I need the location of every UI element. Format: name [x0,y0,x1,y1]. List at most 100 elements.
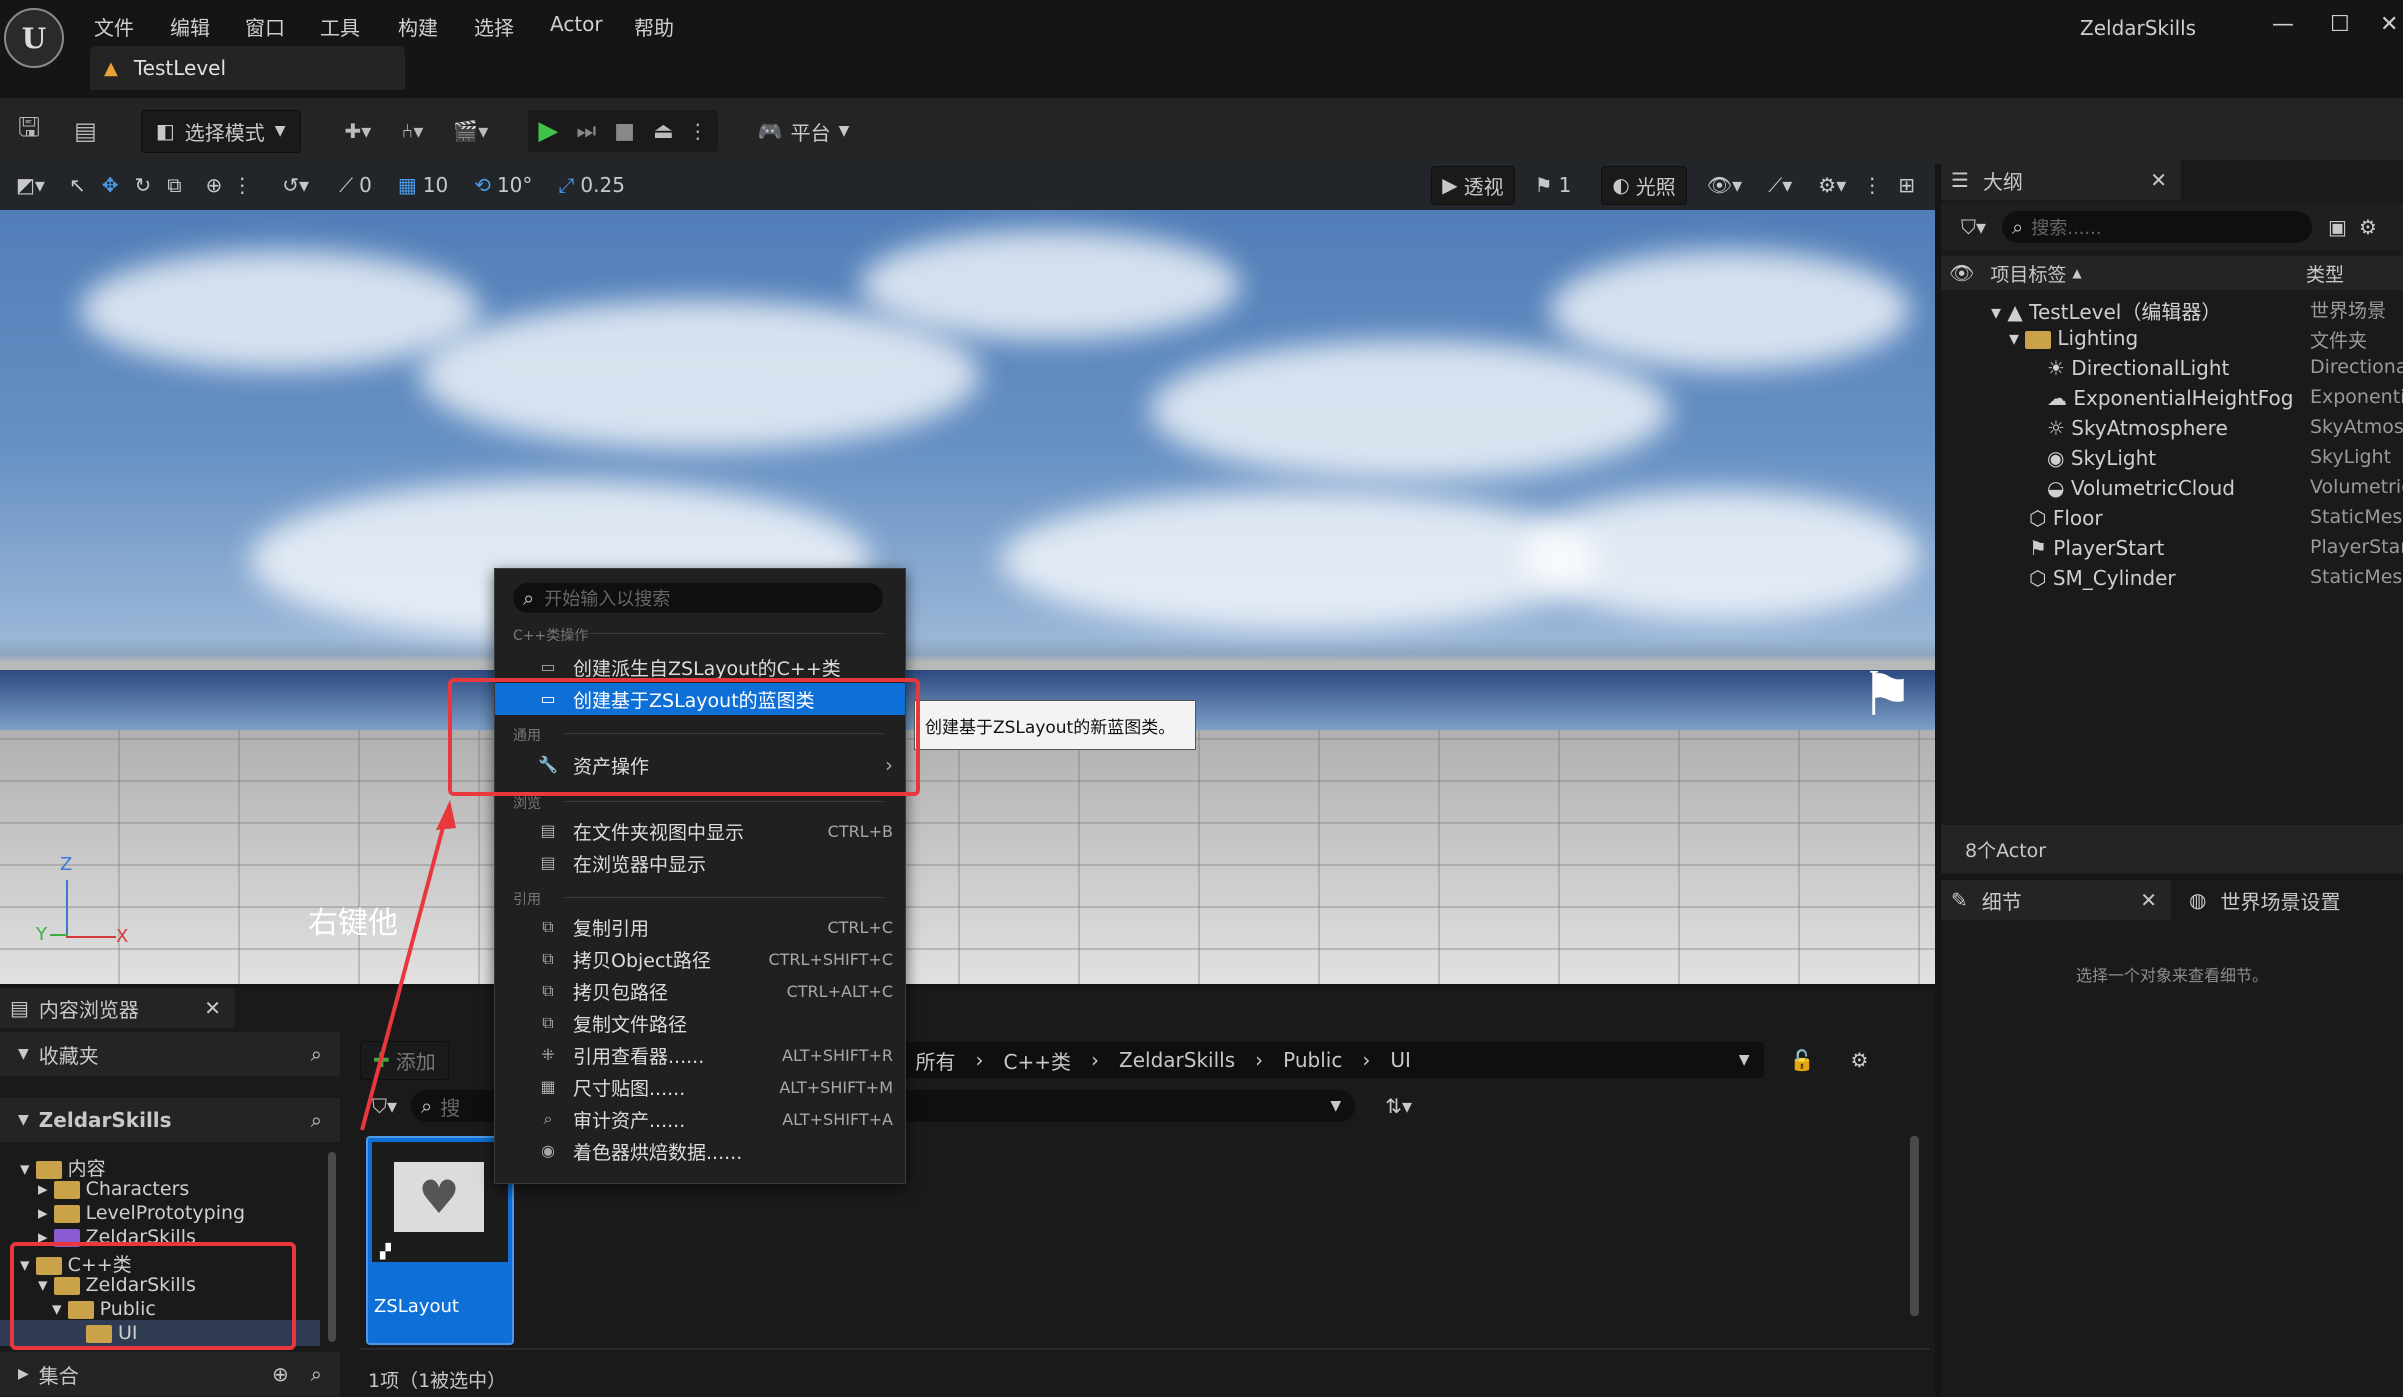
breadcrumb-item[interactable]: 所有 [916,1046,956,1075]
copy-ref-item[interactable]: ⧉ 复制引用 CTRL+C [495,911,905,943]
filter-icon[interactable]: ⛉▾ [1961,215,1986,239]
surface-snap-icon[interactable]: ↺▾ [282,173,309,197]
world-settings-tab[interactable]: ◍ 世界场景设置 [2189,880,2340,920]
search-icon[interactable]: ⌕ [311,1108,322,1132]
reference-viewer-item[interactable]: ⁜ 引用查看器...... ALT+SHIFT+R [495,1039,905,1071]
tree-row-volumetriccloud[interactable]: ◒ VolumetricCloud [2047,476,2235,500]
details-tab[interactable]: ✎ 细节 ✕ [1941,880,2171,920]
save-icon[interactable]: 🖫 [18,109,40,153]
tree-row-lighting[interactable]: ▾ Lighting [2009,326,2138,350]
rotation-snap-icon[interactable]: ⟋ [339,173,353,197]
grid-snap-icon[interactable]: ▦ [398,173,417,197]
tree-folder-characters[interactable]: ▸ Characters [38,1178,189,1200]
move-icon[interactable]: ✥ [102,173,119,197]
chevron-down-icon[interactable]: ▼ [1739,1052,1750,1068]
browse-icon[interactable]: ▤ [74,117,97,145]
sort-icon[interactable]: ⇅▾ [1385,1094,1412,1118]
menu-file[interactable]: 文件 [94,12,134,41]
world-local-icon[interactable]: ⊕ [206,173,223,197]
audit-assets-item[interactable]: ⌕ 审计资产...... ALT+SHIFT+A [495,1103,905,1135]
tree-row-fog[interactable]: ☁ ExponentialHeightFog [2047,386,2293,410]
copy-object-path-item[interactable]: ⧉ 拷贝Object路径 CTRL+SHIFT+C [495,943,905,975]
angle-snap-value[interactable]: 10° [497,173,532,197]
tree-row-directionallight[interactable]: ☀ DirectionalLight [2047,356,2229,380]
tree-row-playerstart[interactable]: ⚑ PlayerStart [2029,536,2164,560]
tree-row-floor[interactable]: ⬡ Floor [2029,506,2103,530]
lock-icon[interactable]: 🔓 [1790,1048,1815,1072]
minimize-button[interactable]: — [2272,12,2294,37]
level-viewport[interactable]: ◩▾ ↖ ✥ ↻ ⧉ ⊕ ⋮ ↺▾ ⟋ 0 ▦ 10 ⟲ 10° ⤢ 0.25 … [0,160,1935,984]
breadcrumb-item[interactable]: Public [1283,1048,1342,1072]
visibility-eye-icon[interactable]: 👁 [1949,261,1974,285]
tree-row-skylight[interactable]: ◉ SkyLight [2047,446,2156,470]
content-browser-tab[interactable]: ▤ 内容浏览器 ✕ [0,988,235,1028]
blueprint-icon[interactable]: ⑃▾ [401,119,423,143]
select-mode-dropdown[interactable]: ◧ 选择模式 ▼ [140,109,301,153]
chevron-down-icon[interactable]: ▼ [1330,1098,1341,1114]
more-icon[interactable]: ⋮ [232,173,252,197]
settings-gear-icon[interactable]: ⚙▾ [1818,173,1846,197]
cam-speed-icon[interactable]: ⚑ [1535,173,1553,197]
cinematics-icon[interactable]: 🎬▾ [453,119,488,143]
breadcrumb-item[interactable]: C++类 [1004,1046,1071,1075]
scale-icon[interactable]: ⧉ [167,173,181,197]
scale-snap-icon[interactable]: ⤢ [558,173,574,197]
tree-row-testlevel[interactable]: ▾ ▲ TestLevel（编辑器） [1991,296,2221,325]
size-map-item[interactable]: ▦ 尺寸贴图...... ALT+SHIFT+M [495,1071,905,1103]
collections-header[interactable]: ▶ 集合 ⊕ ⌕ [0,1352,340,1396]
tree-row-sm-cylinder[interactable]: ⬡ SM_Cylinder [2029,566,2176,590]
add-folder-icon[interactable]: ▣ [2328,215,2347,239]
menu-build[interactable]: 构建 [398,12,438,41]
platform-dropdown[interactable]: 🎮 平台 ▼ [758,117,850,146]
tree-folder-levelprototyping[interactable]: ▸ LevelPrototyping [38,1202,245,1224]
outliner-search-input[interactable]: ⌕ 搜索...... [2002,211,2313,243]
shader-cook-item[interactable]: ◉ 着色器烘焙数据...... [495,1135,905,1167]
favorites-header[interactable]: ▼ 收藏夹 ⌕ [0,1032,340,1076]
tree-folder-content[interactable]: ▾ 内容 [20,1154,106,1181]
level-tab[interactable]: ▲ TestLevel [90,46,405,90]
rotation-snap-value[interactable]: 0 [359,173,372,197]
add-collection-icon[interactable]: ⊕ [272,1362,289,1386]
sources-scrollbar[interactable] [328,1152,336,1342]
close-icon[interactable]: ✕ [204,996,221,1020]
step-icon[interactable]: ⏭ [576,119,596,144]
layout-icon[interactable]: ⊞ [1898,173,1915,197]
project-header[interactable]: ▼ ZeldarSkills ⌕ [0,1098,340,1142]
rotate-icon[interactable]: ↻ [134,173,151,197]
outliner-tab[interactable]: ☰ 大纲 ✕ [1941,160,2181,200]
eject-icon[interactable]: ⏏ [653,119,674,144]
more-icon[interactable]: ⋮ [1862,173,1882,197]
col-label-header[interactable]: 项目标签 [1990,260,2066,287]
cam-speed-value[interactable]: 1 [1559,173,1572,197]
menu-actor[interactable]: Actor [550,12,603,36]
menu-tools[interactable]: 工具 [320,12,360,41]
lighting-dropdown[interactable]: ◐ 光照 [1601,165,1687,205]
settings-gear-icon[interactable]: ⚙ [2359,215,2377,239]
menu-edit[interactable]: 编辑 [170,12,210,41]
tree-row-skyatmosphere[interactable]: ☼ SkyAtmosphere [2047,416,2228,440]
breadcrumb-item[interactable]: UI [1390,1048,1411,1072]
transform-mode-icon[interactable]: ◩▾ [16,173,45,197]
view-mode-dropdown[interactable]: ▶ 透视 [1431,165,1515,205]
select-arrow-icon[interactable]: ↖ [69,173,86,197]
show-eye-icon[interactable]: 👁▾ [1707,173,1742,197]
player-start-flag-icon[interactable]: ⚑ [1860,660,1914,730]
realtime-icon[interactable]: ⟋▾ [1768,173,1792,197]
menu-window[interactable]: 窗口 [245,12,285,41]
grid-snap-value[interactable]: 10 [423,173,448,197]
play-icon[interactable]: ▶ [538,116,558,146]
more-icon[interactable]: ⋮ [688,119,708,143]
stop-icon[interactable]: ■ [614,119,635,144]
close-icon[interactable]: ✕ [2140,888,2157,912]
angle-snap-icon[interactable]: ⟲ [474,173,491,197]
close-window-button[interactable]: ✕ [2380,12,2398,37]
show-in-explorer-item[interactable]: ▤ 在浏览器中显示 [495,847,905,879]
maximize-button[interactable]: ☐ [2330,12,2350,37]
menu-select[interactable]: 选择 [474,12,514,41]
scale-snap-value[interactable]: 0.25 [580,173,625,197]
close-icon[interactable]: ✕ [2150,168,2167,192]
context-search-input[interactable]: ⌕ 开始输入以搜索 [513,583,883,613]
col-type-header[interactable]: 类型 [2306,260,2344,287]
unreal-logo-icon[interactable]: U [4,8,64,68]
copy-file-path-item[interactable]: ⧉ 复制文件路径 [495,1007,905,1039]
